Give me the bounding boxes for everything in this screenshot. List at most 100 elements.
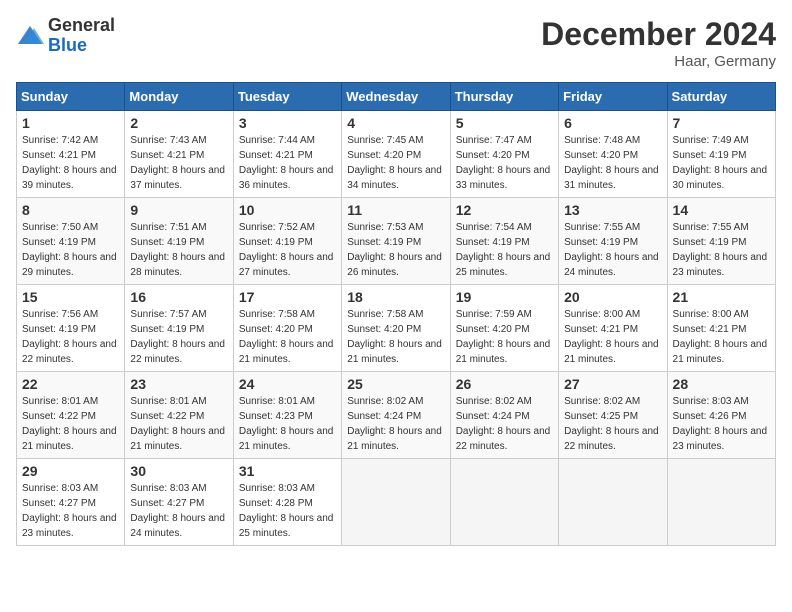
day-cell bbox=[559, 459, 667, 546]
day-info: Sunrise: 8:01 AM Sunset: 4:22 PM Dayligh… bbox=[22, 394, 119, 454]
calendar-title: December 2024 bbox=[541, 16, 776, 53]
day-info: Sunrise: 8:03 AM Sunset: 4:26 PM Dayligh… bbox=[673, 394, 770, 454]
day-number: 27 bbox=[564, 376, 661, 392]
logo-icon bbox=[16, 24, 44, 48]
day-info: Sunrise: 7:56 AM Sunset: 4:19 PM Dayligh… bbox=[22, 307, 119, 367]
day-cell: 28 Sunrise: 8:03 AM Sunset: 4:26 PM Dayl… bbox=[667, 372, 775, 459]
day-info: Sunrise: 7:54 AM Sunset: 4:19 PM Dayligh… bbox=[456, 220, 553, 280]
day-number: 5 bbox=[456, 115, 553, 131]
day-cell: 4 Sunrise: 7:45 AM Sunset: 4:20 PM Dayli… bbox=[342, 111, 450, 198]
day-cell: 22 Sunrise: 8:01 AM Sunset: 4:22 PM Dayl… bbox=[17, 372, 125, 459]
day-number: 22 bbox=[22, 376, 119, 392]
day-number: 2 bbox=[130, 115, 227, 131]
day-number: 30 bbox=[130, 463, 227, 479]
col-thursday: Thursday bbox=[450, 83, 558, 111]
col-monday: Monday bbox=[125, 83, 233, 111]
header: General Blue December 2024 Haar, Germany bbox=[16, 16, 776, 70]
col-wednesday: Wednesday bbox=[342, 83, 450, 111]
day-info: Sunrise: 8:00 AM Sunset: 4:21 PM Dayligh… bbox=[564, 307, 661, 367]
day-cell: 20 Sunrise: 8:00 AM Sunset: 4:21 PM Dayl… bbox=[559, 285, 667, 372]
day-cell: 15 Sunrise: 7:56 AM Sunset: 4:19 PM Dayl… bbox=[17, 285, 125, 372]
day-number: 20 bbox=[564, 289, 661, 305]
week-row-5: 29 Sunrise: 8:03 AM Sunset: 4:27 PM Dayl… bbox=[17, 459, 776, 546]
col-friday: Friday bbox=[559, 83, 667, 111]
day-info: Sunrise: 7:42 AM Sunset: 4:21 PM Dayligh… bbox=[22, 133, 119, 193]
day-number: 23 bbox=[130, 376, 227, 392]
col-saturday: Saturday bbox=[667, 83, 775, 111]
day-info: Sunrise: 7:58 AM Sunset: 4:20 PM Dayligh… bbox=[239, 307, 336, 367]
day-cell: 13 Sunrise: 7:55 AM Sunset: 4:19 PM Dayl… bbox=[559, 198, 667, 285]
day-cell: 23 Sunrise: 8:01 AM Sunset: 4:22 PM Dayl… bbox=[125, 372, 233, 459]
week-row-4: 22 Sunrise: 8:01 AM Sunset: 4:22 PM Dayl… bbox=[17, 372, 776, 459]
day-number: 28 bbox=[673, 376, 770, 392]
day-info: Sunrise: 8:02 AM Sunset: 4:24 PM Dayligh… bbox=[347, 394, 444, 454]
day-info: Sunrise: 8:02 AM Sunset: 4:24 PM Dayligh… bbox=[456, 394, 553, 454]
day-number: 8 bbox=[22, 202, 119, 218]
day-number: 7 bbox=[673, 115, 770, 131]
day-cell: 19 Sunrise: 7:59 AM Sunset: 4:20 PM Dayl… bbox=[450, 285, 558, 372]
day-info: Sunrise: 7:45 AM Sunset: 4:20 PM Dayligh… bbox=[347, 133, 444, 193]
day-cell: 18 Sunrise: 7:58 AM Sunset: 4:20 PM Dayl… bbox=[342, 285, 450, 372]
day-info: Sunrise: 8:01 AM Sunset: 4:22 PM Dayligh… bbox=[130, 394, 227, 454]
day-number: 17 bbox=[239, 289, 336, 305]
day-info: Sunrise: 7:59 AM Sunset: 4:20 PM Dayligh… bbox=[456, 307, 553, 367]
day-cell: 26 Sunrise: 8:02 AM Sunset: 4:24 PM Dayl… bbox=[450, 372, 558, 459]
day-info: Sunrise: 8:03 AM Sunset: 4:28 PM Dayligh… bbox=[239, 481, 336, 541]
day-cell: 21 Sunrise: 8:00 AM Sunset: 4:21 PM Dayl… bbox=[667, 285, 775, 372]
day-number: 10 bbox=[239, 202, 336, 218]
day-cell: 25 Sunrise: 8:02 AM Sunset: 4:24 PM Dayl… bbox=[342, 372, 450, 459]
day-info: Sunrise: 8:00 AM Sunset: 4:21 PM Dayligh… bbox=[673, 307, 770, 367]
day-number: 6 bbox=[564, 115, 661, 131]
day-info: Sunrise: 7:48 AM Sunset: 4:20 PM Dayligh… bbox=[564, 133, 661, 193]
day-cell: 29 Sunrise: 8:03 AM Sunset: 4:27 PM Dayl… bbox=[17, 459, 125, 546]
day-cell: 14 Sunrise: 7:55 AM Sunset: 4:19 PM Dayl… bbox=[667, 198, 775, 285]
day-info: Sunrise: 8:03 AM Sunset: 4:27 PM Dayligh… bbox=[22, 481, 119, 541]
day-number: 26 bbox=[456, 376, 553, 392]
day-cell: 1 Sunrise: 7:42 AM Sunset: 4:21 PM Dayli… bbox=[17, 111, 125, 198]
logo: General Blue bbox=[16, 16, 115, 56]
day-cell: 2 Sunrise: 7:43 AM Sunset: 4:21 PM Dayli… bbox=[125, 111, 233, 198]
day-number: 13 bbox=[564, 202, 661, 218]
day-info: Sunrise: 8:03 AM Sunset: 4:27 PM Dayligh… bbox=[130, 481, 227, 541]
day-number: 15 bbox=[22, 289, 119, 305]
day-cell: 31 Sunrise: 8:03 AM Sunset: 4:28 PM Dayl… bbox=[233, 459, 341, 546]
day-cell bbox=[450, 459, 558, 546]
header-row: Sunday Monday Tuesday Wednesday Thursday… bbox=[17, 83, 776, 111]
day-info: Sunrise: 7:52 AM Sunset: 4:19 PM Dayligh… bbox=[239, 220, 336, 280]
calendar-subtitle: Haar, Germany bbox=[541, 53, 776, 70]
day-cell: 30 Sunrise: 8:03 AM Sunset: 4:27 PM Dayl… bbox=[125, 459, 233, 546]
day-info: Sunrise: 8:01 AM Sunset: 4:23 PM Dayligh… bbox=[239, 394, 336, 454]
day-cell: 5 Sunrise: 7:47 AM Sunset: 4:20 PM Dayli… bbox=[450, 111, 558, 198]
day-number: 24 bbox=[239, 376, 336, 392]
day-number: 11 bbox=[347, 202, 444, 218]
day-info: Sunrise: 7:44 AM Sunset: 4:21 PM Dayligh… bbox=[239, 133, 336, 193]
day-info: Sunrise: 7:57 AM Sunset: 4:19 PM Dayligh… bbox=[130, 307, 227, 367]
calendar-table: Sunday Monday Tuesday Wednesday Thursday… bbox=[16, 82, 776, 546]
day-number: 4 bbox=[347, 115, 444, 131]
day-cell bbox=[667, 459, 775, 546]
day-info: Sunrise: 7:49 AM Sunset: 4:19 PM Dayligh… bbox=[673, 133, 770, 193]
day-cell: 24 Sunrise: 8:01 AM Sunset: 4:23 PM Dayl… bbox=[233, 372, 341, 459]
day-number: 16 bbox=[130, 289, 227, 305]
day-number: 14 bbox=[673, 202, 770, 218]
day-cell: 12 Sunrise: 7:54 AM Sunset: 4:19 PM Dayl… bbox=[450, 198, 558, 285]
day-cell: 10 Sunrise: 7:52 AM Sunset: 4:19 PM Dayl… bbox=[233, 198, 341, 285]
week-row-2: 8 Sunrise: 7:50 AM Sunset: 4:19 PM Dayli… bbox=[17, 198, 776, 285]
day-number: 18 bbox=[347, 289, 444, 305]
col-tuesday: Tuesday bbox=[233, 83, 341, 111]
day-number: 31 bbox=[239, 463, 336, 479]
day-info: Sunrise: 7:55 AM Sunset: 4:19 PM Dayligh… bbox=[564, 220, 661, 280]
day-info: Sunrise: 8:02 AM Sunset: 4:25 PM Dayligh… bbox=[564, 394, 661, 454]
day-cell: 17 Sunrise: 7:58 AM Sunset: 4:20 PM Dayl… bbox=[233, 285, 341, 372]
day-cell: 6 Sunrise: 7:48 AM Sunset: 4:20 PM Dayli… bbox=[559, 111, 667, 198]
day-number: 1 bbox=[22, 115, 119, 131]
day-cell: 27 Sunrise: 8:02 AM Sunset: 4:25 PM Dayl… bbox=[559, 372, 667, 459]
day-info: Sunrise: 7:53 AM Sunset: 4:19 PM Dayligh… bbox=[347, 220, 444, 280]
day-number: 21 bbox=[673, 289, 770, 305]
day-number: 25 bbox=[347, 376, 444, 392]
title-area: December 2024 Haar, Germany bbox=[541, 16, 776, 70]
day-cell: 16 Sunrise: 7:57 AM Sunset: 4:19 PM Dayl… bbox=[125, 285, 233, 372]
logo-text: General Blue bbox=[48, 16, 115, 56]
day-info: Sunrise: 7:51 AM Sunset: 4:19 PM Dayligh… bbox=[130, 220, 227, 280]
day-cell: 7 Sunrise: 7:49 AM Sunset: 4:19 PM Dayli… bbox=[667, 111, 775, 198]
